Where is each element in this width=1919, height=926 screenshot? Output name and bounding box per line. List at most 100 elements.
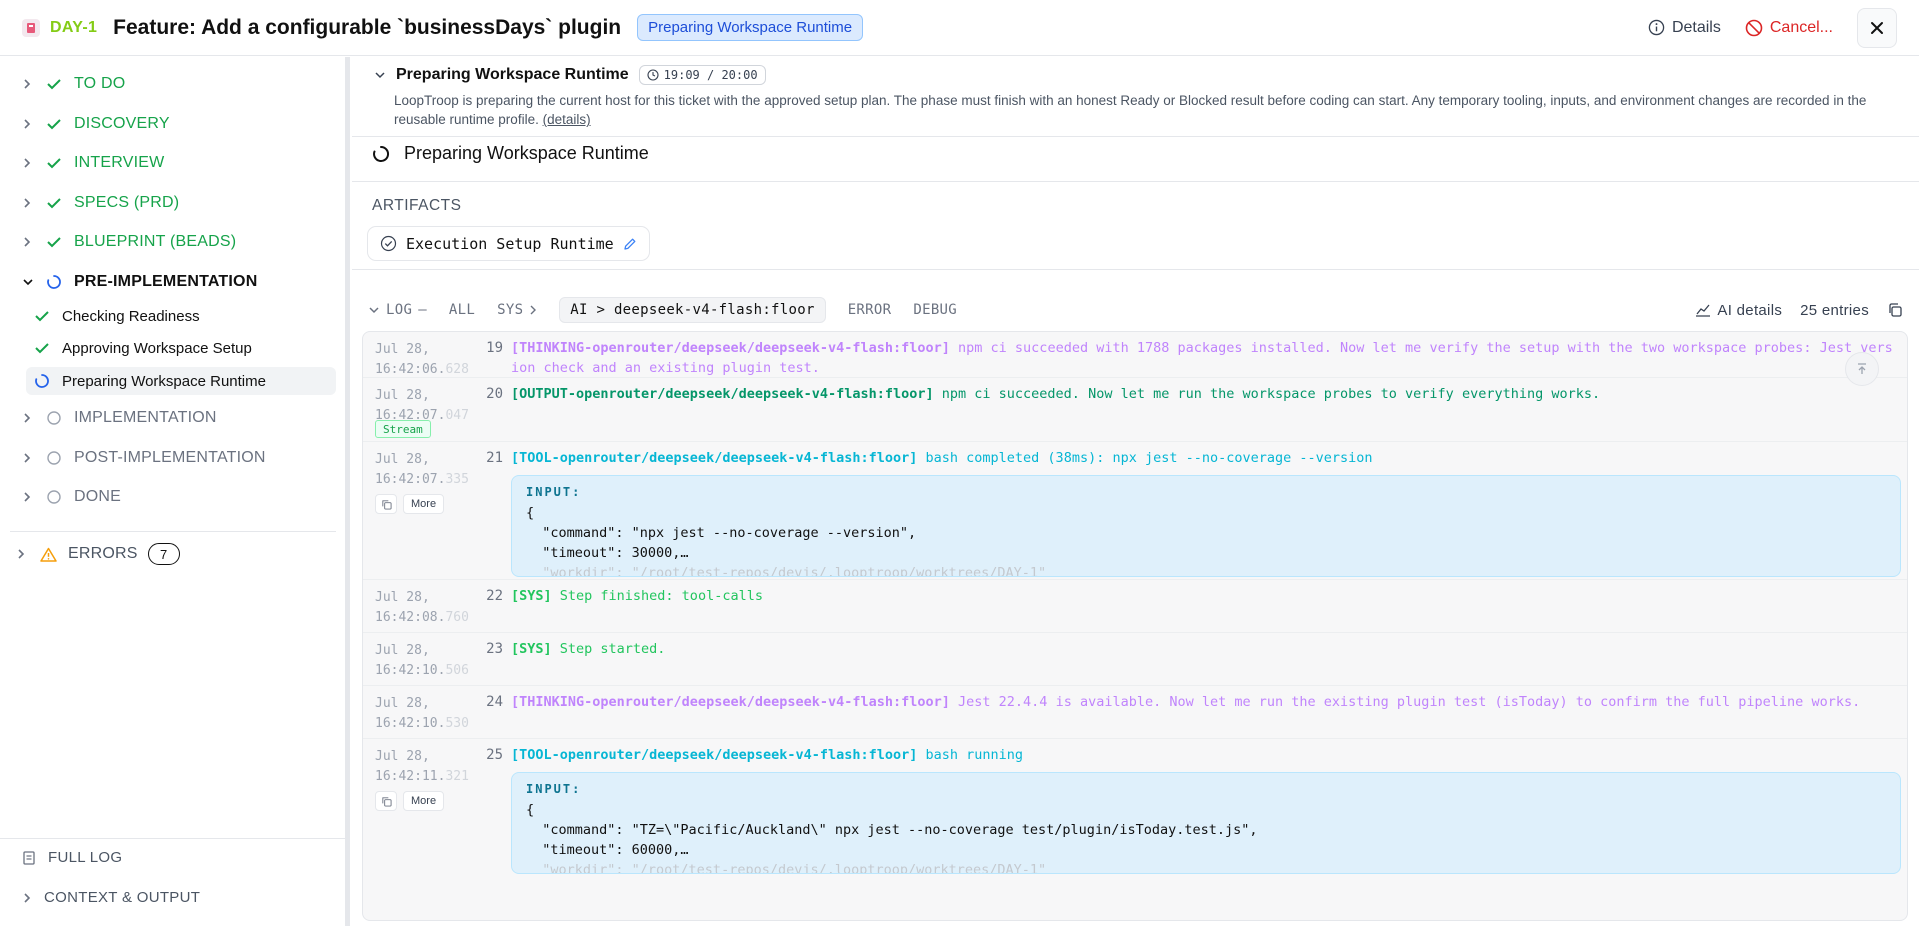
filter-debug[interactable]: DEBUG bbox=[913, 302, 957, 318]
log-text: Jest 22.4.4 is available. Now let me run… bbox=[949, 694, 1861, 710]
log-message: [TOOL-openrouter/deepseek/deepseek-v4-fl… bbox=[511, 448, 1899, 468]
log-timestamp: Jul 28, 16:42:06.628 bbox=[375, 340, 469, 380]
ban-icon bbox=[1745, 19, 1763, 37]
circle-icon bbox=[46, 489, 62, 505]
phase-post-implementation[interactable]: POST-IMPLEMENTATION bbox=[22, 446, 266, 470]
log-text: Step started. bbox=[551, 641, 666, 657]
phase-discovery[interactable]: DISCOVERY bbox=[22, 112, 170, 136]
phase-description: LoopTroop is preparing the current host … bbox=[394, 91, 1904, 129]
app-logo-icon bbox=[22, 18, 40, 37]
info-icon bbox=[1648, 19, 1665, 36]
details-link[interactable]: (details) bbox=[543, 112, 591, 127]
phase-label: DONE bbox=[74, 488, 122, 505]
log-ms: 760 bbox=[445, 610, 469, 625]
phase-title: Preparing Workspace Runtime bbox=[396, 66, 629, 83]
input-line: { bbox=[526, 802, 535, 818]
log-time: 16:42:10. bbox=[375, 663, 446, 678]
chevron-right-icon bbox=[22, 157, 36, 169]
substep-checking-readiness[interactable]: Checking Readiness bbox=[26, 302, 336, 330]
phase-implementation[interactable]: IMPLEMENTATION bbox=[22, 406, 217, 430]
phase-interview[interactable]: INTERVIEW bbox=[22, 151, 164, 175]
ai-details-button[interactable]: AI details bbox=[1695, 302, 1782, 319]
chevron-right-icon bbox=[22, 78, 36, 90]
input-line: "timeout": 60000,… bbox=[526, 842, 689, 858]
copy-icon bbox=[381, 796, 392, 807]
filter-error[interactable]: ERROR bbox=[848, 302, 892, 318]
log-ms: 321 bbox=[445, 769, 469, 784]
close-icon bbox=[1870, 21, 1884, 35]
sidebar-divider bbox=[0, 838, 346, 839]
context-output-toggle[interactable]: CONTEXT & OUTPUT bbox=[22, 889, 200, 906]
log-entry: Jul 28, 16:42:11.321 25 [TOOL-openrouter/… bbox=[363, 739, 1907, 920]
sidebar-resize-handle[interactable] bbox=[346, 57, 350, 926]
substep-label: Approving Workspace Setup bbox=[62, 339, 252, 357]
details-label: Details bbox=[1671, 18, 1721, 36]
log-message: [THINKING-openrouter/deepseek/deepseek-v… bbox=[511, 338, 1899, 378]
filter-sys[interactable]: SYS bbox=[497, 302, 537, 318]
arrow-up-icon bbox=[1855, 362, 1869, 376]
log-timestamp: Jul 28, 16:42:08.760 bbox=[375, 588, 469, 628]
copy-entry-button[interactable] bbox=[375, 791, 397, 811]
log-collapse-toggle[interactable]: LOG — bbox=[368, 302, 427, 318]
timer-value: 19:09 / 20:00 bbox=[663, 68, 758, 82]
log-date: Jul 28, bbox=[375, 452, 430, 467]
ai-details-label: AI details bbox=[1717, 301, 1783, 319]
log-number: 23 bbox=[486, 641, 503, 657]
log-tag: [TOOL-openrouter/deepseek/deepseek-v4-fl… bbox=[511, 450, 918, 466]
log-panel[interactable]: Jul 28, 16:42:06.628 19 [THINKING-openrou… bbox=[362, 331, 1908, 921]
copy-entry-button[interactable] bbox=[375, 494, 397, 514]
circle-icon bbox=[46, 410, 62, 426]
chevron-down-icon[interactable] bbox=[374, 70, 386, 80]
divider bbox=[352, 269, 1919, 270]
check-icon bbox=[46, 196, 62, 210]
chevron-right-icon bbox=[529, 304, 537, 316]
filter-all[interactable]: ALL bbox=[449, 302, 475, 318]
copy-icon[interactable] bbox=[1887, 302, 1903, 318]
full-log-button[interactable]: FULL LOG bbox=[22, 849, 122, 866]
log-entry: Jul 28, 16:42:07.335 21 [TOOL-openrouter/… bbox=[363, 442, 1907, 580]
input-line: "workdir": "/root/test-repos/devjs/.loop… bbox=[526, 565, 1047, 577]
phase-specs[interactable]: SPECS (PRD) bbox=[22, 191, 179, 215]
more-button[interactable]: More bbox=[403, 791, 445, 811]
more-button[interactable]: More bbox=[403, 494, 445, 514]
phase-label: SPECS (PRD) bbox=[74, 194, 180, 211]
main-panel: Preparing Workspace Runtime 19:09 / 20:0… bbox=[352, 57, 1919, 926]
artifact-label: Execution Setup Runtime bbox=[406, 234, 614, 253]
log-message: [TOOL-openrouter/deepseek/deepseek-v4-fl… bbox=[511, 745, 1899, 765]
phase-pre-implementation[interactable]: PRE-IMPLEMENTATION bbox=[22, 270, 257, 294]
log-message: [OUTPUT-openrouter/deepseek/deepseek-v4-… bbox=[511, 384, 1899, 404]
chevron-right-icon bbox=[22, 118, 36, 130]
log-number: 25 bbox=[486, 747, 503, 763]
pencil-icon[interactable] bbox=[623, 237, 637, 251]
log-tag: [OUTPUT-openrouter/deepseek/deepseek-v4-… bbox=[511, 386, 934, 402]
substep-approving-workspace-setup[interactable]: Approving Workspace Setup bbox=[26, 334, 336, 362]
log-date: Jul 28, bbox=[375, 342, 430, 357]
errors-section[interactable]: ERRORS 7 bbox=[16, 542, 180, 566]
chevron-right-icon bbox=[22, 412, 36, 424]
header: DAY-1 Feature: Add a configurable `busin… bbox=[0, 0, 1919, 56]
log-text: bash running bbox=[917, 747, 1024, 763]
filter-ai-model[interactable]: AI > deepseek-v4-flash:floor bbox=[559, 297, 826, 323]
log-timestamp: Jul 28, 16:42:10.530 bbox=[375, 694, 469, 734]
log-number: 22 bbox=[486, 588, 503, 604]
artifact-chip[interactable]: Execution Setup Runtime bbox=[367, 226, 650, 261]
check-icon bbox=[34, 309, 50, 323]
tool-input-box: INPUT: { "command": "TZ=\"Pacific/Auckla… bbox=[511, 772, 1901, 874]
phase-blueprint[interactable]: BLUEPRINT (BEADS) bbox=[22, 230, 236, 254]
log-timestamp: Jul 28, 16:42:10.506 bbox=[375, 641, 469, 681]
tool-input-box: INPUT: { "command": "npx jest --no-cover… bbox=[511, 475, 1901, 577]
log-entry: Jul 28, 16:42:06.628 19 [THINKING-openrou… bbox=[363, 332, 1907, 386]
clock-icon bbox=[647, 69, 659, 81]
phase-label: POST-IMPLEMENTATION bbox=[74, 449, 266, 466]
log-number: 24 bbox=[486, 694, 503, 710]
page-title: Feature: Add a configurable `businessDay… bbox=[113, 15, 622, 39]
phase-todo[interactable]: TO DO bbox=[22, 72, 125, 96]
close-button[interactable] bbox=[1857, 7, 1897, 48]
log-timestamp: Jul 28, 16:42:07.335 bbox=[375, 450, 469, 490]
log-number: 21 bbox=[486, 450, 503, 466]
input-line: "command": "npx jest --no-coverage --ver… bbox=[526, 525, 917, 541]
cancel-button[interactable]: Cancel... bbox=[1745, 19, 1833, 37]
details-button[interactable]: Details bbox=[1648, 19, 1721, 37]
phase-done[interactable]: DONE bbox=[22, 485, 121, 509]
substep-preparing-workspace-runtime[interactable]: Preparing Workspace Runtime bbox=[26, 367, 336, 395]
